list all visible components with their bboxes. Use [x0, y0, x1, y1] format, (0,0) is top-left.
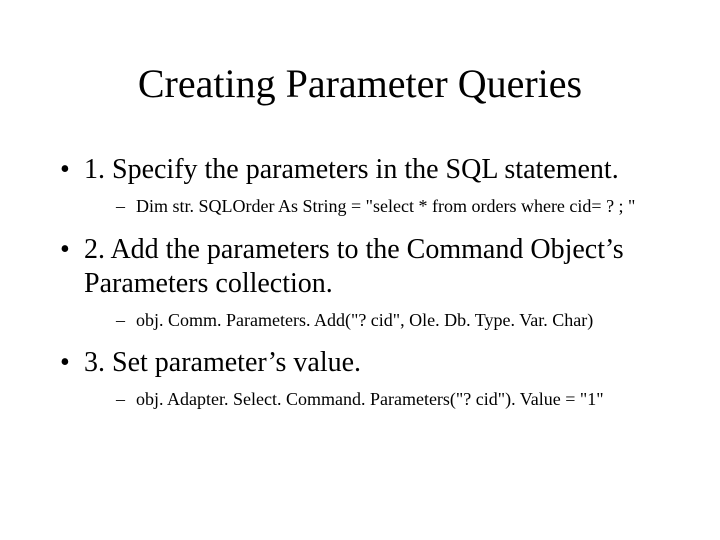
- slide-title: Creating Parameter Queries: [40, 60, 680, 107]
- sub-bullet-text: obj. Adapter. Select. Command. Parameter…: [136, 389, 604, 409]
- list-item: obj. Adapter. Select. Command. Parameter…: [116, 388, 680, 411]
- list-item: 3. Set parameter’s value. obj. Adapter. …: [60, 346, 680, 412]
- bullet-list: 1. Specify the parameters in the SQL sta…: [40, 153, 680, 412]
- list-item: 2. Add the parameters to the Command Obj…: [60, 233, 680, 333]
- sub-list: Dim str. SQLOrder As String = "select * …: [84, 195, 680, 218]
- slide: Creating Parameter Queries 1. Specify th…: [0, 0, 720, 540]
- list-item: 1. Specify the parameters in the SQL sta…: [60, 153, 680, 219]
- bullet-text: 2. Add the parameters to the Command Obj…: [84, 234, 624, 299]
- sub-list: obj. Comm. Parameters. Add("? cid", Ole.…: [84, 309, 680, 332]
- list-item: obj. Comm. Parameters. Add("? cid", Ole.…: [116, 309, 680, 332]
- sub-list: obj. Adapter. Select. Command. Parameter…: [84, 388, 680, 411]
- bullet-text: 1. Specify the parameters in the SQL sta…: [84, 154, 619, 185]
- bullet-text: 3. Set parameter’s value.: [84, 347, 361, 378]
- sub-bullet-text: Dim str. SQLOrder As String = "select * …: [136, 196, 635, 216]
- list-item: Dim str. SQLOrder As String = "select * …: [116, 195, 680, 218]
- sub-bullet-text: obj. Comm. Parameters. Add("? cid", Ole.…: [136, 310, 593, 330]
